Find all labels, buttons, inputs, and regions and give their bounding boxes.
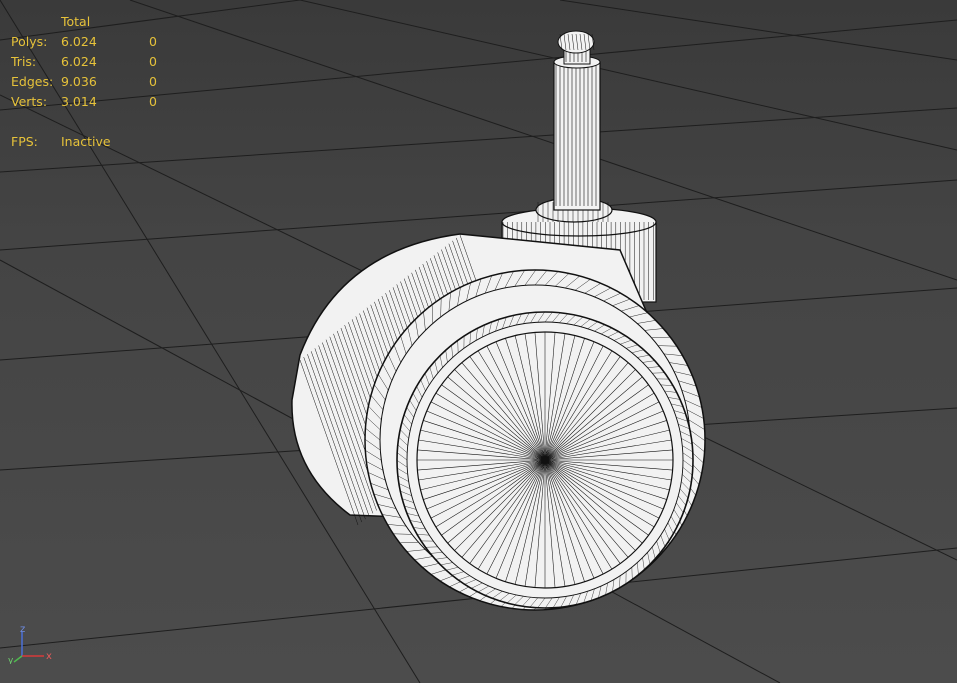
- stats-label: Edges:: [11, 74, 54, 89]
- stem-body: [553, 61, 601, 211]
- stats-selected: 0: [149, 54, 157, 69]
- stats-row-edges: Edges: 9.036 0: [11, 72, 189, 92]
- fps-label: FPS:: [11, 134, 38, 149]
- stats-total: 6.024: [61, 54, 97, 69]
- axis-tripod-icon: z x y: [8, 624, 52, 664]
- fps-value: Inactive: [61, 134, 111, 149]
- stats-total: 3.014: [61, 94, 97, 109]
- stats-row-fps: FPS: Inactive: [11, 132, 189, 152]
- grid-line: [299, 0, 957, 151]
- axis-z-label: z: [20, 624, 25, 635]
- axis-x-label: x: [46, 651, 52, 662]
- stats-selected: 0: [149, 74, 157, 89]
- stats-total: 9.036: [61, 74, 97, 89]
- stats-selected: 0: [149, 94, 157, 109]
- stats-total-header: Total: [61, 14, 91, 29]
- stats-label: Verts:: [11, 94, 48, 109]
- stats-selected: 0: [149, 34, 157, 49]
- stats-row-tris: Tris: 6.024 0: [11, 52, 189, 72]
- grid-line: [559, 0, 957, 61]
- hub-center: [541, 456, 549, 464]
- wheel-hub-face[interactable]: [396, 311, 694, 609]
- caster-wheel-mesh[interactable]: [291, 30, 706, 611]
- stats-header-row: Total: [11, 12, 189, 32]
- viewport-perspective[interactable]: Total Polys: 6.024 0 Tris: 6.024 0 Edges…: [0, 0, 957, 683]
- viewport-statistics-panel: Total Polys: 6.024 0 Tris: 6.024 0 Edges…: [11, 12, 189, 152]
- stem-pin[interactable]: [553, 30, 601, 211]
- stats-label: Polys:: [11, 34, 48, 49]
- axis-y-label: y: [8, 656, 14, 664]
- stats-total: 6.024: [61, 34, 97, 49]
- stats-row-verts: Verts: 3.014 0: [11, 92, 189, 112]
- stats-label: Tris:: [11, 54, 37, 69]
- stats-row-polys: Polys: 6.024 0: [11, 32, 189, 52]
